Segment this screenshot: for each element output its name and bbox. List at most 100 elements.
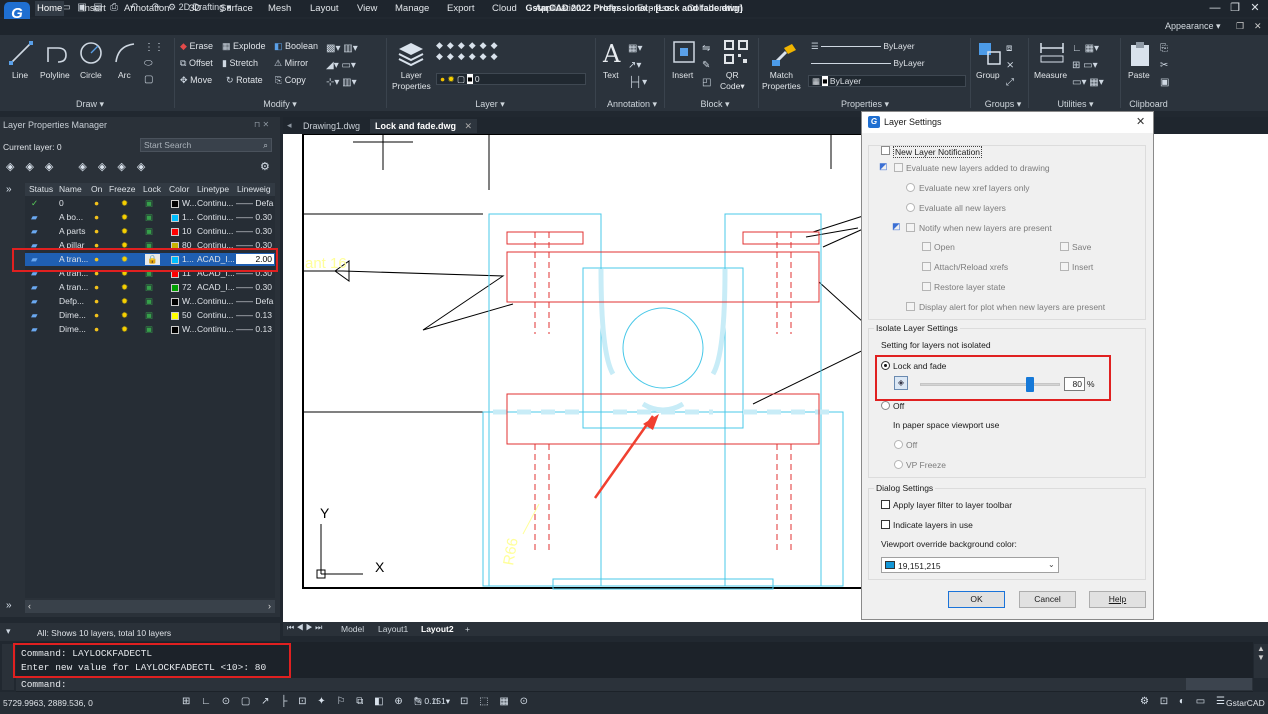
groups-panel-title[interactable]: Groups ▾	[978, 99, 1028, 111]
col-linetype[interactable]: Linetype	[197, 184, 229, 195]
clipboard-panel-title[interactable]: Clipboard	[1126, 99, 1171, 111]
table-row[interactable]: ▰ Defp... ● ✹ ▣ W... Continu... —— Defa	[25, 295, 275, 308]
color-swatch[interactable]	[171, 228, 179, 236]
lineweight[interactable]: —— Defa	[236, 198, 274, 208]
layer-search-input[interactable]: Start Search ⌕	[140, 138, 272, 152]
menu-insert[interactable]: Insert	[80, 1, 108, 16]
sun-icon[interactable]: ✹	[121, 324, 128, 335]
evaluate-new-layers-checkbox[interactable]	[894, 163, 903, 172]
evaluate-xref-only-radio[interactable]	[906, 183, 915, 192]
copy-button[interactable]: ⎘ Copy	[275, 75, 306, 89]
layer-name[interactable]: Defp...	[59, 296, 89, 306]
line-tool[interactable]	[8, 40, 34, 66]
sun-icon[interactable]: ✹	[121, 212, 128, 223]
bg-color-dropdown[interactable]: 19,151,215 ⌄	[881, 557, 1059, 573]
table-row[interactable]: ▰ A bo... ● ✹ ▣ 1... Continu... —— 0.30	[25, 211, 275, 224]
match-properties-button[interactable]	[770, 40, 798, 68]
modify-more-icons[interactable]: ▩▾ ▥▾ ◢▾ ▭▾ ⊹▾ ▥▾	[326, 40, 382, 91]
sun-icon[interactable]: ✹	[121, 310, 128, 321]
col-freeze[interactable]: Freeze	[109, 184, 135, 195]
linetype[interactable]: Continu...	[197, 296, 235, 306]
lineweight[interactable]: —— 0.13	[236, 324, 274, 334]
explode-button[interactable]: ▦ Explode	[222, 41, 266, 55]
lpm-toolbar-icons[interactable]: ◈◈◈ ◈◈◈◈	[6, 160, 276, 173]
linetype[interactable]: Continu...	[197, 212, 235, 222]
menu-manage[interactable]: Manage	[393, 1, 431, 16]
new-layer-notification-checkbox[interactable]	[881, 146, 890, 155]
ps-off-radio[interactable]	[894, 440, 903, 449]
layer-properties-button[interactable]	[396, 40, 426, 68]
menu-home[interactable]: Home	[35, 1, 65, 16]
col-status[interactable]: Status	[29, 184, 53, 195]
annotation-panel-title[interactable]: Annotation ▾	[600, 99, 664, 111]
color-swatch[interactable]	[171, 326, 179, 334]
scroll-left-icon[interactable]: ‹	[28, 601, 31, 611]
offset-button[interactable]: ⧉ Offset	[180, 58, 213, 72]
color-swatch[interactable]	[171, 298, 179, 306]
save-checkbox[interactable]	[1060, 242, 1069, 251]
menu-help[interactable]: Help	[597, 1, 621, 16]
menu-express[interactable]: Express	[635, 1, 673, 16]
expand-filters-icon[interactable]: »	[6, 184, 12, 195]
restore-icon[interactable]: ❐	[1226, 1, 1244, 15]
doc-restore-icon[interactable]: ❐	[1236, 21, 1244, 32]
filter-icon[interactable]: ▾	[6, 626, 11, 637]
linetype[interactable]: Continu...	[197, 198, 235, 208]
layer-name[interactable]: Dime...	[59, 310, 89, 320]
lpm-pin-icon[interactable]: ⊓ ✕	[254, 120, 269, 129]
tab-lock-and-fade[interactable]: Lock and fade.dwg ✕	[370, 119, 478, 133]
vp-freeze-radio[interactable]	[894, 460, 903, 469]
rotate-button[interactable]: ↻ Rotate	[226, 75, 263, 89]
sun-icon[interactable]: ✹	[121, 226, 128, 237]
bulb-icon[interactable]: ●	[94, 296, 99, 306]
groups-more-icons[interactable]: ⧈ ⨯ ⤢	[1006, 40, 1024, 91]
circle-tool[interactable]	[78, 40, 104, 66]
qr-code-button[interactable]	[724, 40, 748, 64]
table-row[interactable]: ▰ Dime... ● ✹ ▣ W... Continu... —— 0.13	[25, 323, 275, 336]
col-on[interactable]: On	[91, 184, 102, 195]
layer-list-scrollbar[interactable]: ‹ ›	[25, 600, 275, 613]
attach-reload-checkbox[interactable]	[922, 262, 931, 271]
tab-layout2[interactable]: Layout2	[418, 623, 457, 635]
polyline-tool[interactable]	[44, 40, 70, 66]
apply-filter-checkbox[interactable]	[881, 500, 890, 509]
boolean-button[interactable]: ◧ Boolean	[274, 41, 318, 55]
sun-icon[interactable]: ✹	[121, 296, 128, 307]
lineweight-dropdown[interactable]: ▦ ■ ByLayer	[808, 75, 966, 87]
table-row[interactable]: ▰ Dime... ● ✹ ▣ 50 Continu... —— 0.13	[25, 309, 275, 322]
display-alert-checkbox[interactable]	[906, 302, 915, 311]
text-icon[interactable]: A	[603, 40, 620, 68]
group-button[interactable]	[976, 40, 1004, 68]
menu-layout[interactable]: Layout	[308, 1, 341, 16]
bulb-icon[interactable]: ●	[94, 226, 99, 236]
minimize-icon[interactable]: —	[1206, 1, 1224, 15]
lineweight[interactable]: —— Defa	[236, 296, 274, 306]
indicate-layers-checkbox[interactable]	[881, 520, 890, 529]
collapse-filters-icon[interactable]: »	[6, 600, 12, 611]
unlock-icon[interactable]: ▣	[145, 310, 153, 321]
block-panel-title[interactable]: Block ▾	[690, 99, 740, 111]
add-layout-icon[interactable]: +	[462, 623, 473, 635]
bulb-icon[interactable]: ●	[94, 282, 99, 292]
unlock-icon[interactable]: ▣	[145, 198, 153, 209]
ok-button[interactable]: OK	[948, 591, 1005, 608]
unlock-icon[interactable]: ▣	[145, 282, 153, 293]
utilities-more-icons[interactable]: ∟ ▦▾ ⊞ ▭▾ ▭▾ ▦▾	[1072, 40, 1120, 91]
table-row[interactable]: ▰ A parts ● ✹ ▣ 10 Continu... —— 0.30	[25, 225, 275, 238]
menu-cloud[interactable]: Cloud	[490, 1, 519, 16]
menu-view[interactable]: View	[355, 1, 379, 16]
insert-block-button[interactable]	[672, 40, 696, 66]
menu-collaboration[interactable]: Collaboration	[685, 1, 745, 16]
doc-close-icon[interactable]: ✕	[1254, 21, 1262, 32]
annotation-more-icons[interactable]: ▦▾ ↗▾ ├┤▾	[628, 40, 658, 91]
linetype[interactable]: Continu...	[197, 324, 235, 334]
col-color[interactable]: Color	[169, 184, 189, 195]
scroll-right-icon[interactable]: ›	[268, 601, 271, 611]
utilities-panel-title[interactable]: Utilities ▾	[1048, 99, 1103, 111]
layer-name[interactable]: A bo...	[59, 212, 89, 222]
help-button[interactable]: Help	[1089, 591, 1146, 608]
bulb-icon[interactable]: ●	[94, 310, 99, 320]
layer-name[interactable]: A tran...	[59, 282, 89, 292]
layout-nav-icons[interactable]: ⏮ ◀ ▶ ⏭	[287, 623, 322, 633]
draw-more-icons[interactable]: ⋮⋮ ⬭ ▢	[144, 40, 172, 92]
